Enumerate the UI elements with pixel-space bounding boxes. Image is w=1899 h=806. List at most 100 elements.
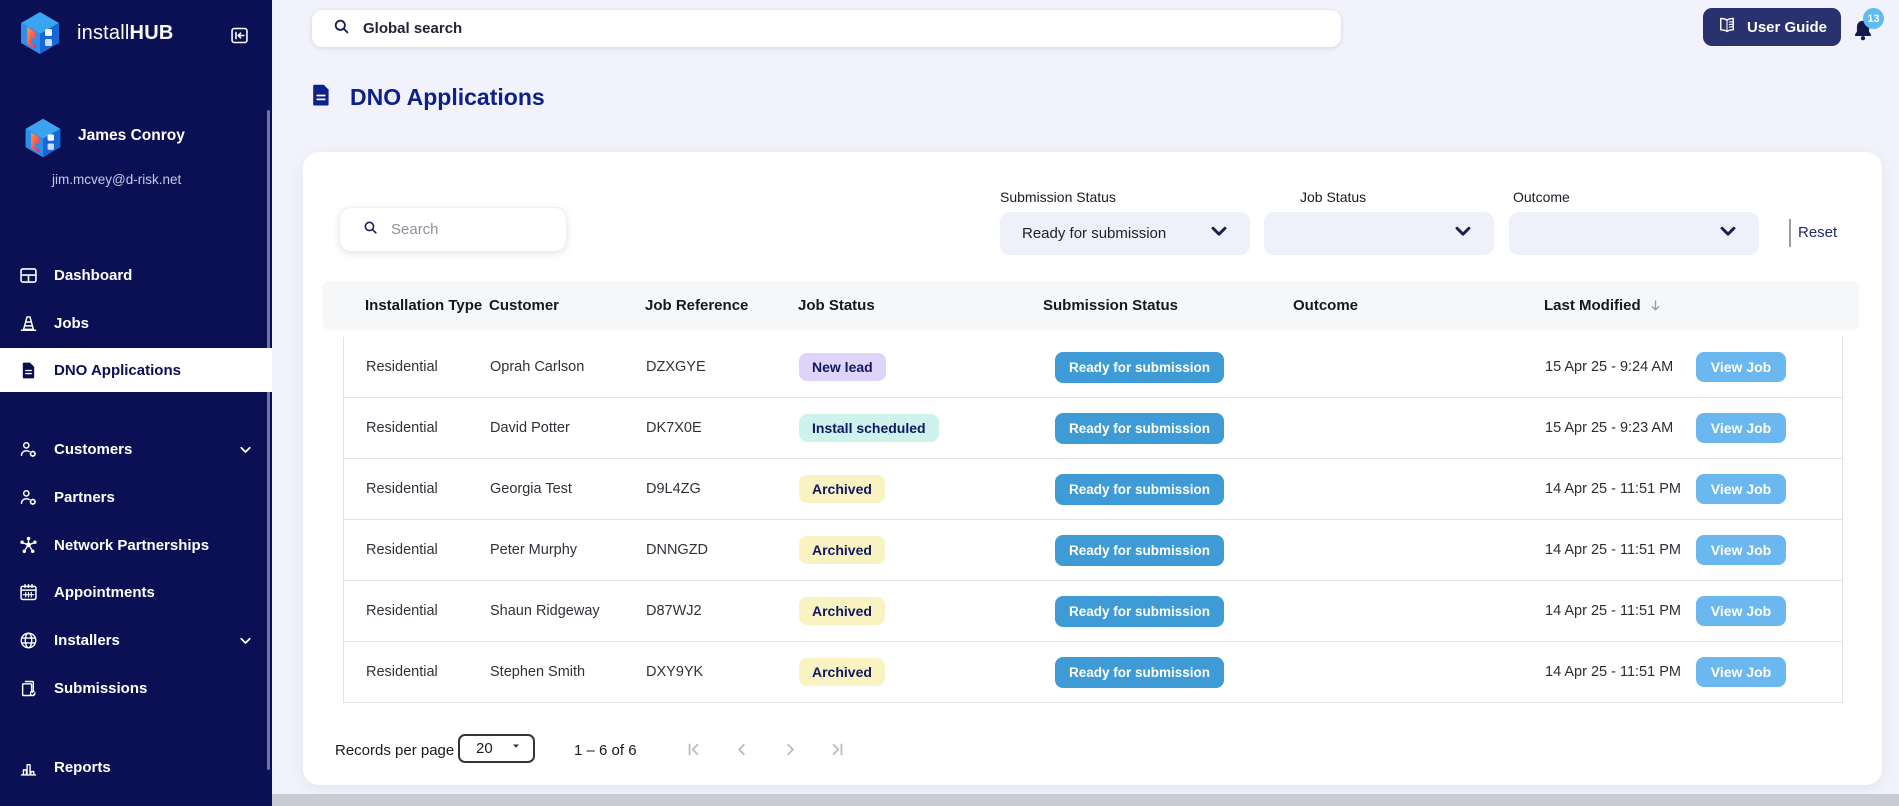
first-page-button[interactable] [684, 740, 703, 759]
table-search-input[interactable] [391, 221, 551, 238]
sidebar-item-installers[interactable]: Installers [0, 618, 272, 662]
view-job-button[interactable]: View Job [1696, 474, 1786, 504]
sidebar-item-label: Submissions [54, 679, 148, 697]
user-email: jim.mcvey@d-risk.net [52, 172, 182, 187]
submission-status-badge[interactable]: Ready for submission [1055, 595, 1225, 627]
last-page-button[interactable] [828, 740, 847, 759]
job-status-filter-label: Job Status [1300, 189, 1367, 205]
outcome-filter[interactable] [1509, 212, 1759, 255]
chevron-down-icon [237, 441, 254, 458]
sidebar-item-reports[interactable]: Reports [0, 745, 272, 789]
view-job-button[interactable]: View Job [1696, 596, 1786, 626]
notification-count-badge: 13 [1863, 8, 1884, 29]
outcome-filter-label: Outcome [1513, 189, 1570, 205]
view-job-button[interactable]: View Job [1696, 657, 1786, 687]
table-row: Residential Stephen Smith DXY9YK Archived Re… [344, 642, 1842, 703]
cell-submission-status: Ready for submission [1044, 412, 1294, 444]
column-header-job-status: Job Status [798, 296, 875, 314]
global-search [312, 10, 1341, 47]
cell-job-reference: DK7X0E [646, 420, 702, 436]
submission-status-badge[interactable]: Ready for submission [1055, 473, 1225, 505]
reports-icon [18, 757, 39, 778]
table-row: Residential Oprah Carlson DZXGYE New lead Re… [344, 337, 1842, 398]
sidebar-scrollbar[interactable] [267, 110, 270, 770]
records-per-page-value: 20 [476, 740, 493, 757]
notifications-button[interactable]: 13 [1850, 8, 1886, 46]
cell-installation-type: Residential [366, 359, 438, 375]
table-row: Residential Peter Murphy DNNGZD Archived Rea… [344, 520, 1842, 581]
cell-job-reference: DNNGZD [646, 542, 709, 558]
cell-customer: David Potter [490, 420, 570, 436]
sidebar-item-partners[interactable]: Partners [0, 475, 272, 519]
network-partnerships-icon [18, 535, 39, 556]
cell-actions: View Job [1684, 474, 1842, 504]
cell-job-status: Archived [799, 475, 1044, 503]
chevron-down-icon [237, 632, 254, 649]
cell-installation-type: Residential [366, 664, 438, 680]
sidebar-item-label: Jobs [54, 314, 90, 332]
cell-job-reference: D9L4ZG [646, 481, 701, 497]
sidebar-item-appointments[interactable]: Appointments [0, 570, 272, 614]
chevron-down-icon [1705, 220, 1739, 247]
global-search-input[interactable] [363, 20, 1263, 37]
horizontal-scrollbar[interactable] [272, 794, 1899, 806]
column-header-last-modified[interactable]: Last Modified [1544, 297, 1683, 314]
page-title: DNO Applications [350, 84, 545, 110]
submission-status-badge[interactable]: Ready for submission [1055, 412, 1225, 444]
cell-job-status: New lead [799, 353, 1044, 381]
brand-name: installHUB [77, 22, 174, 44]
job-status-filter[interactable] [1264, 212, 1494, 255]
submission-status-badge[interactable]: Ready for submission [1055, 534, 1225, 566]
table-header: Installation Type Customer Job Reference… [323, 281, 1859, 329]
view-job-button[interactable]: View Job [1696, 352, 1786, 382]
cell-installation-type: Residential [366, 420, 438, 436]
submission-status-filter-value: Ready for submission [1022, 225, 1167, 242]
job-status-badge: Archived [799, 536, 885, 564]
sidebar-item-customers[interactable]: Customers [0, 427, 272, 471]
cell-submission-status: Ready for submission [1044, 473, 1294, 505]
reset-filters-button[interactable]: Reset [1798, 224, 1837, 241]
cell-last-modified: 14 Apr 25 - 11:51 PM [1545, 481, 1681, 497]
cell-last-modified: 14 Apr 25 - 11:51 PM [1545, 664, 1681, 680]
cell-actions: View Job [1684, 413, 1842, 443]
job-status-badge: Archived [799, 475, 885, 503]
table-row: Residential David Potter DK7X0E Install sch… [344, 398, 1842, 459]
previous-page-button[interactable] [732, 740, 751, 759]
cell-actions: View Job [1684, 535, 1842, 565]
cell-last-modified: 15 Apr 25 - 9:23 AM [1545, 420, 1674, 436]
sidebar-item-jobs[interactable]: Jobs [0, 301, 272, 345]
collapse-sidebar-icon[interactable] [229, 25, 250, 46]
view-job-button[interactable]: View Job [1696, 535, 1786, 565]
sidebar-item-dashboard[interactable]: Dashboard [0, 253, 272, 297]
job-status-badge: Archived [799, 597, 885, 625]
partners-icon [18, 487, 39, 508]
user-avatar [21, 116, 65, 160]
dno-applications-icon [18, 360, 39, 381]
cell-submission-status: Ready for submission [1044, 351, 1294, 383]
cell-customer: Stephen Smith [490, 664, 586, 680]
sidebar-item-label: DNO Applications [54, 361, 181, 379]
view-job-button[interactable]: View Job [1696, 413, 1786, 443]
user-guide-button[interactable]: User Guide [1703, 8, 1841, 46]
sidebar-item-submissions[interactable]: Submissions [0, 666, 272, 710]
submission-status-badge[interactable]: Ready for submission [1055, 656, 1225, 688]
table-body: Residential Oprah Carlson DZXGYE New lead Re… [343, 337, 1843, 703]
search-icon [332, 17, 351, 41]
cell-last-modified: 14 Apr 25 - 11:51 PM [1545, 542, 1681, 558]
cell-actions: View Job [1684, 596, 1842, 626]
chevron-down-icon [1196, 220, 1230, 247]
document-icon [308, 82, 334, 110]
submission-status-filter[interactable]: Ready for submission [1000, 212, 1250, 255]
cell-job-reference: DXY9YK [646, 664, 704, 680]
cell-installation-type: Residential [366, 542, 438, 558]
cell-customer: Shaun Ridgeway [490, 603, 600, 619]
sidebar-item-network-partnerships[interactable]: Network Partnerships [0, 523, 272, 567]
cell-actions: View Job [1684, 657, 1842, 687]
records-per-page-select[interactable]: 20 [458, 734, 535, 763]
submission-status-badge[interactable]: Ready for submission [1055, 351, 1225, 383]
cell-last-modified: 15 Apr 25 - 9:24 AM [1545, 359, 1674, 375]
cell-job-status: Archived [799, 597, 1044, 625]
job-status-badge: Install scheduled [799, 414, 939, 442]
sidebar-item-dno-applications[interactable]: DNO Applications [0, 348, 272, 392]
next-page-button[interactable] [781, 740, 800, 759]
